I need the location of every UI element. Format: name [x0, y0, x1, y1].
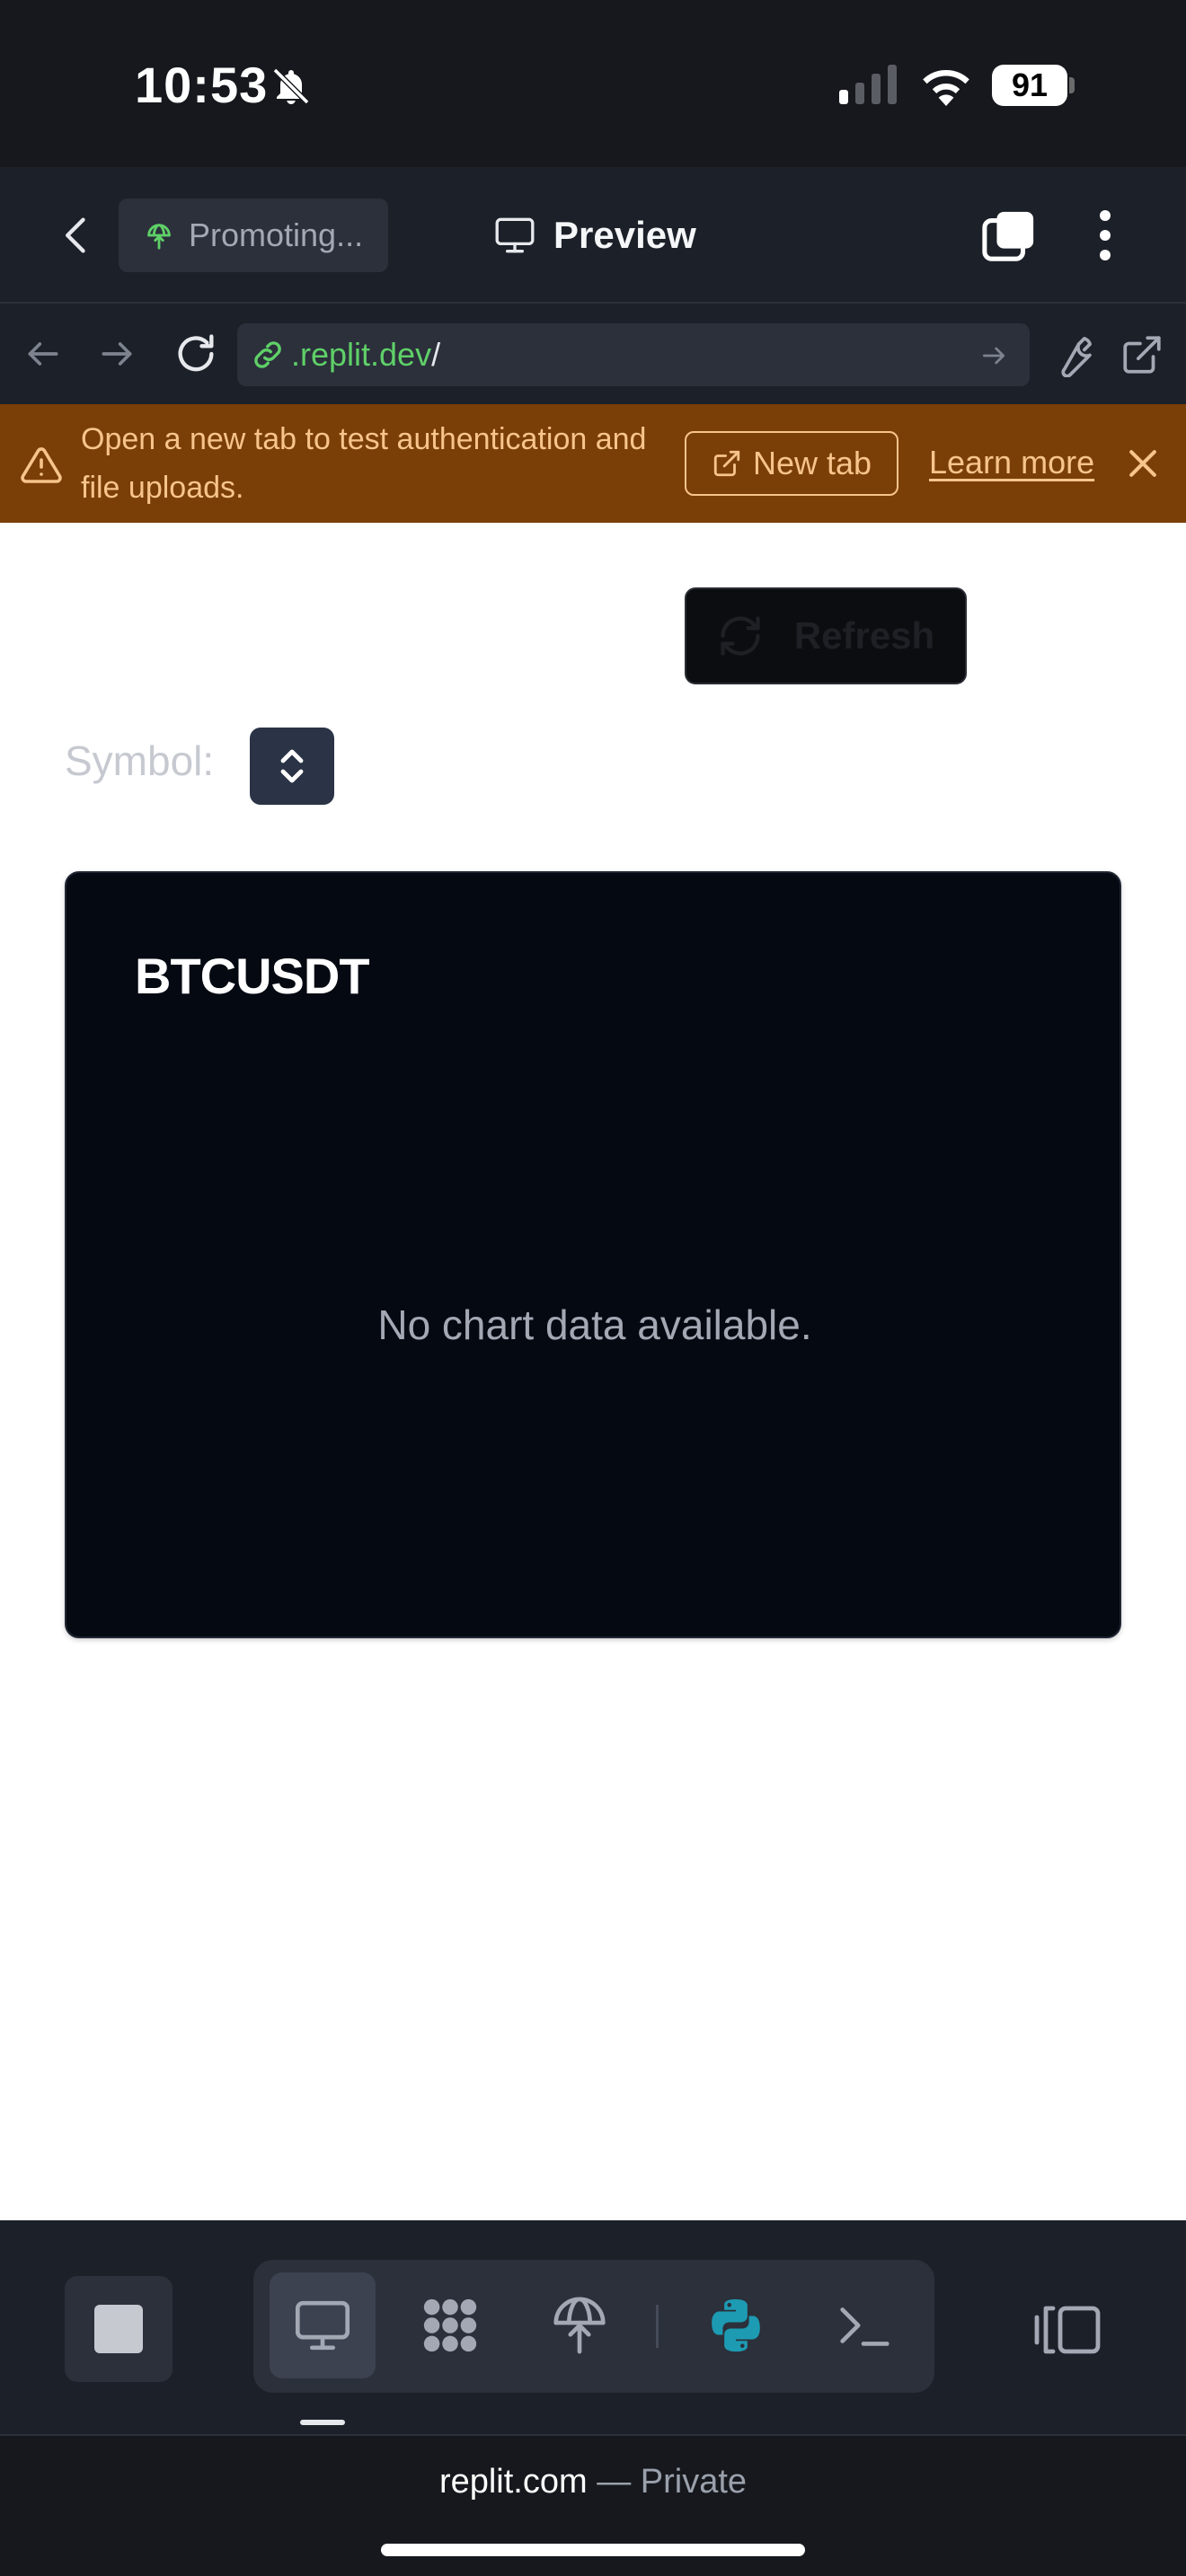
preview-title-text: Preview [553, 214, 696, 256]
refresh-label: Refresh [793, 614, 935, 657]
project-label: Promoting... [189, 216, 364, 253]
agent-tool-button[interactable] [397, 2272, 503, 2378]
stop-button[interactable] [65, 2276, 173, 2382]
refresh-button[interactable]: Refresh [685, 587, 967, 684]
deploy-icon [553, 2297, 606, 2354]
new-tab-label: New tab [752, 445, 872, 481]
bell-off-icon [272, 67, 310, 105]
battery-icon: 91 [992, 65, 1075, 106]
chart-empty-message: No chart data available. [377, 1301, 812, 1348]
nav-forward-icon[interactable] [97, 334, 137, 374]
home-indicator[interactable] [381, 2544, 805, 2556]
web-content: Refresh Symbol: BTCUSDT No chart data av… [0, 523, 1186, 2220]
monitor-icon [295, 2300, 350, 2351]
status-time: 10:53 [135, 57, 269, 113]
app-header: Promoting... Preview [0, 167, 1186, 304]
url-bar: .replit.dev / [0, 305, 1186, 402]
nav-back-icon[interactable] [23, 334, 63, 374]
deploy-tool-button[interactable] [527, 2272, 633, 2378]
python-tool-button[interactable] [683, 2272, 789, 2378]
project-chip[interactable]: Promoting... [119, 198, 388, 272]
status-bar: 10:53 91 [0, 0, 1186, 167]
learn-more-link[interactable]: Learn more [929, 444, 1094, 481]
tabs-icon[interactable] [981, 208, 1037, 264]
project-icon [147, 224, 171, 250]
battery-level: 91 [992, 65, 1067, 106]
preview-title: Preview [492, 208, 696, 262]
chart-card: BTCUSDT No chart data available. [65, 871, 1121, 1638]
back-icon[interactable] [54, 212, 101, 259]
chart-title: BTCUSDT [135, 948, 370, 1004]
signal-icon [839, 65, 897, 104]
monitor-icon [495, 217, 535, 253]
reload-icon[interactable] [173, 331, 219, 377]
toolbar-divider [656, 2305, 659, 2348]
refresh-icon [721, 616, 760, 656]
wifi-icon [923, 69, 969, 106]
symbol-label: Symbol: [65, 737, 215, 784]
active-tab-indicator [300, 2420, 345, 2425]
terminal-icon [840, 2307, 890, 2346]
wrench-icon[interactable] [1051, 332, 1096, 377]
preview-tool-button[interactable] [270, 2272, 376, 2378]
close-icon[interactable] [1123, 444, 1163, 483]
banner-message: Open a new tab to test authentication an… [81, 422, 647, 505]
kebab-menu-icon[interactable] [1087, 207, 1123, 264]
tool-group [253, 2260, 934, 2393]
python-icon [712, 2298, 760, 2352]
open-external-icon[interactable] [1120, 332, 1164, 377]
new-tab-button[interactable]: New tab [685, 431, 898, 496]
blob-grid-icon [423, 2298, 477, 2352]
footer-separator: — [597, 2463, 632, 2501]
footer-text: replit.com — Private [0, 2463, 1186, 2501]
chevron-up-down-icon [280, 749, 304, 783]
url-host: .replit.dev [291, 336, 432, 373]
warning-icon [21, 447, 62, 483]
bottom-toolbar [0, 2220, 1186, 2434]
layout-toggle-icon[interactable] [1031, 2301, 1103, 2359]
url-go-icon[interactable] [979, 341, 1008, 370]
stop-icon [94, 2305, 143, 2353]
link-icon [254, 341, 281, 368]
url-field[interactable]: .replit.dev / [237, 323, 1030, 386]
symbol-select[interactable] [250, 728, 334, 805]
open-external-icon [713, 450, 740, 477]
shell-tool-button[interactable] [810, 2272, 916, 2378]
footer-privacy: Private [640, 2463, 748, 2501]
footer-domain: replit.com [438, 2463, 588, 2501]
battery-cap [1069, 77, 1075, 93]
browser-footer: replit.com — Private [0, 2434, 1186, 2576]
warning-banner: Open a new tab to test authentication an… [0, 404, 1186, 523]
url-path: / [431, 336, 441, 373]
